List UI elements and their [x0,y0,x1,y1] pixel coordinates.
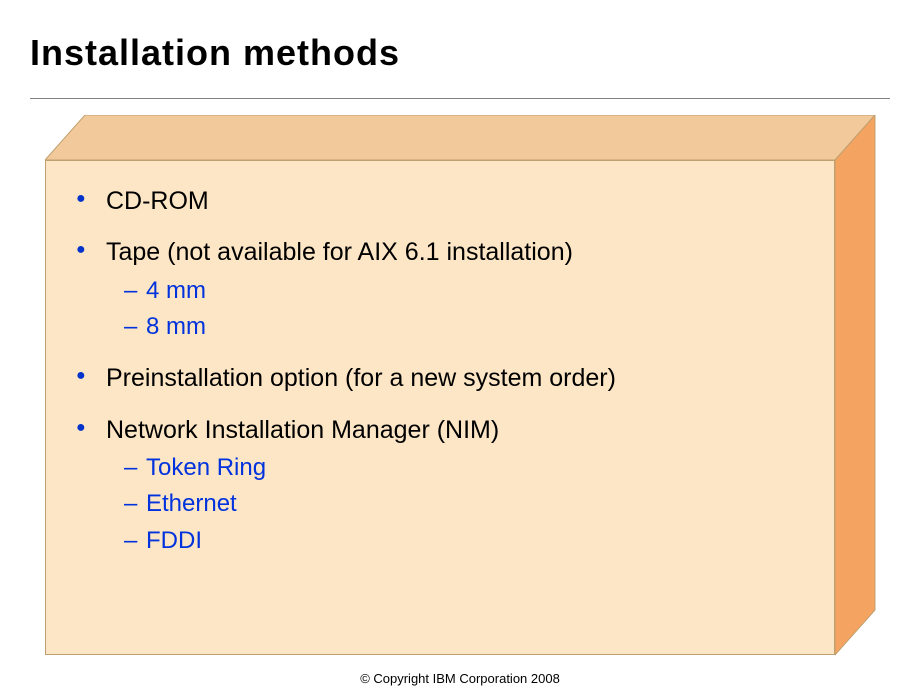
sub-list-item: FDDI [124,525,804,557]
list-item: Preinstallation option (for a new system… [76,363,804,394]
page-title: Installation methods [30,32,400,74]
box-side-face [835,115,876,656]
list-item: CD-ROM [76,186,804,217]
sub-list-item: 4 mm [124,275,804,307]
sub-list: Token Ring Ethernet FDDI [124,452,804,557]
list-item-label: Preinstallation option (for a new system… [106,364,616,392]
list-item-label: Network Installation Manager (NIM) [106,416,499,444]
list-item-label: Tape (not available for AIX 6.1 installa… [106,238,573,266]
list-item-label: CD-ROM [106,187,209,215]
bullet-list: CD-ROM Tape (not available for AIX 6.1 i… [76,186,804,557]
box-front-face: CD-ROM Tape (not available for AIX 6.1 i… [45,160,835,655]
slide: Installation methods CD-ROM Tape (not av… [0,0,920,690]
list-item: Tape (not available for AIX 6.1 installa… [76,237,804,343]
list-item: Network Installation Manager (NIM) Token… [76,415,804,557]
box-top-face [45,115,875,161]
copyright-notice: © Copyright IBM Corporation 2008 [0,671,920,686]
sub-list: 4 mm 8 mm [124,275,804,344]
content-box: CD-ROM Tape (not available for AIX 6.1 i… [45,115,875,655]
sub-list-item: Ethernet [124,488,804,520]
content-area: CD-ROM Tape (not available for AIX 6.1 i… [76,186,804,577]
title-divider [30,98,890,99]
sub-list-item: 8 mm [124,311,804,343]
sub-list-item: Token Ring [124,452,804,484]
